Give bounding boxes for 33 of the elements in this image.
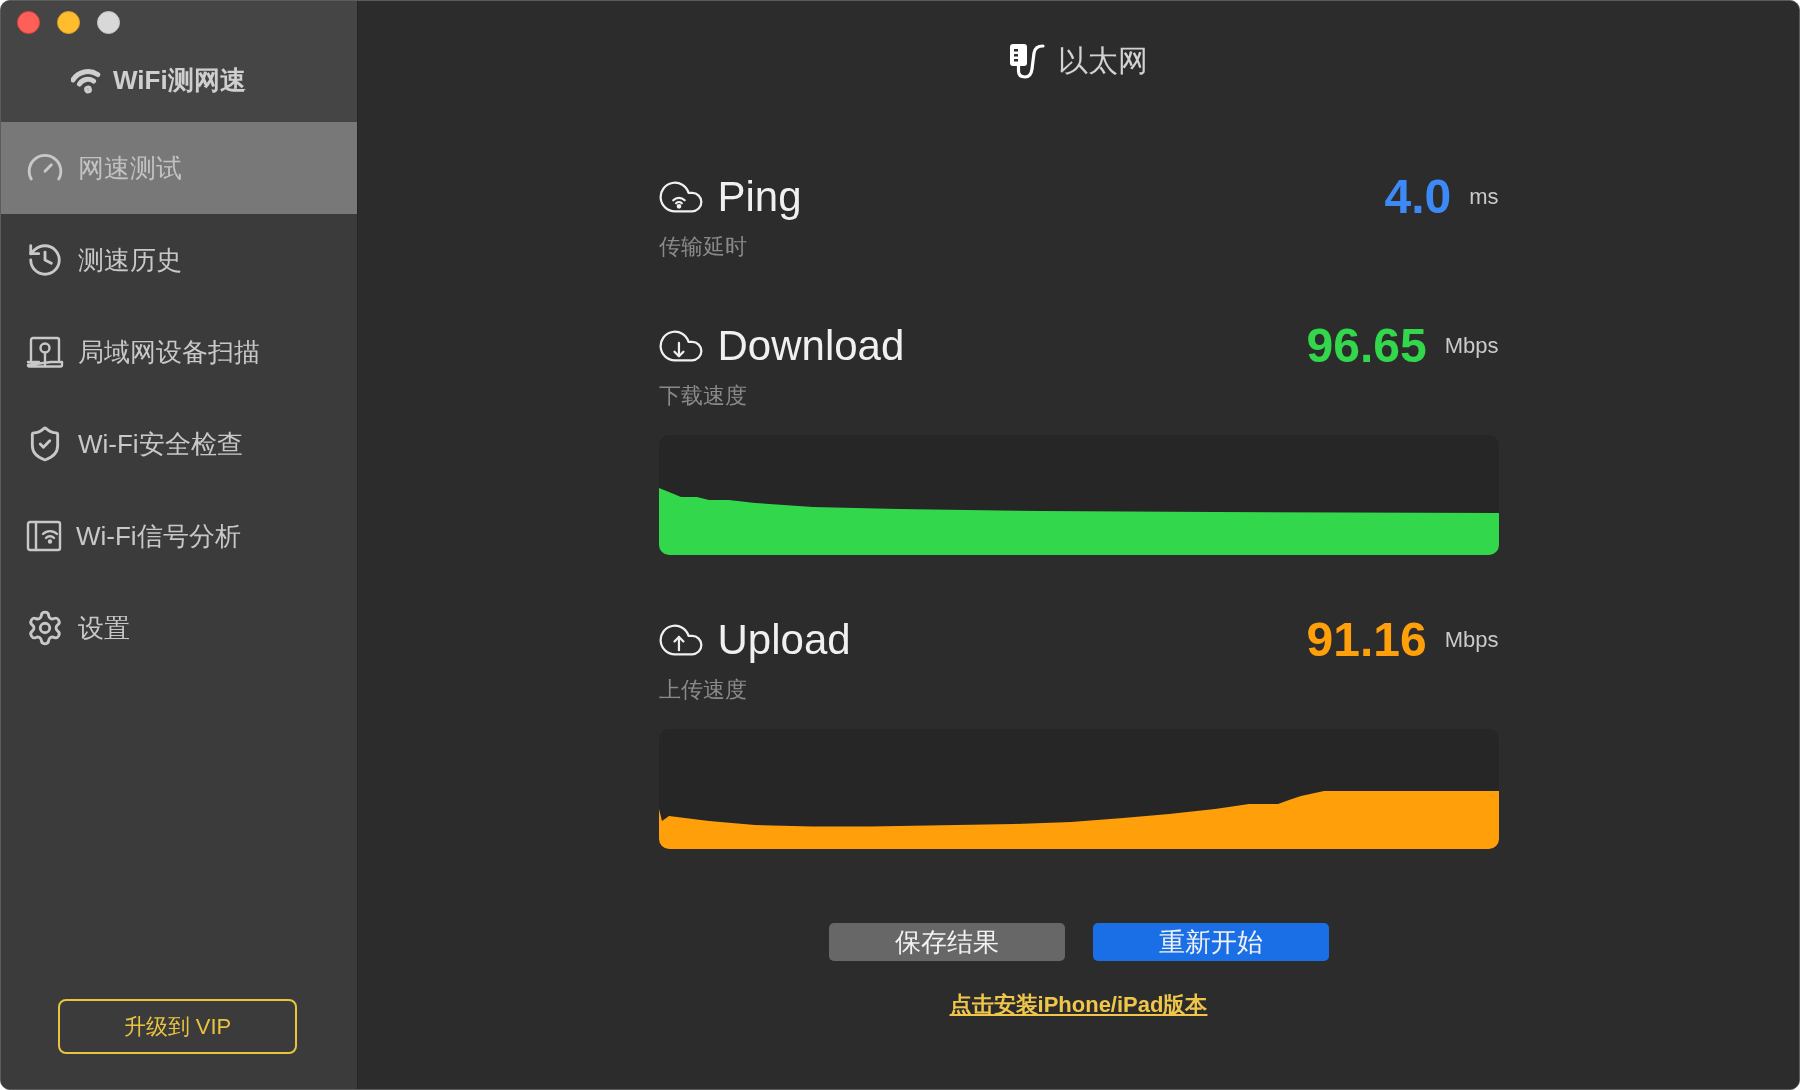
metric-value: 96.65 bbox=[1306, 321, 1427, 371]
gear-icon bbox=[26, 609, 64, 647]
metric-unit: Mbps bbox=[1444, 333, 1499, 359]
sidebar-item[interactable]: Wi-Fi信号分析 bbox=[1, 490, 357, 582]
upgrade-vip-button[interactable]: 升级到 VIP bbox=[58, 999, 297, 1054]
laptop-pin-icon bbox=[26, 336, 64, 368]
connection-type-title: 以太网 bbox=[1058, 42, 1148, 79]
metric-value: 4.0 bbox=[1384, 172, 1452, 222]
sidebar-item[interactable]: 测速历史 bbox=[1, 214, 357, 306]
restart-button[interactable]: 重新开始 bbox=[1092, 923, 1329, 961]
ethernet-plug-icon bbox=[1009, 43, 1046, 79]
history-icon bbox=[26, 241, 64, 279]
metric-title: Upload bbox=[717, 615, 851, 665]
cloud-upload-icon bbox=[658, 624, 703, 656]
close-window-button[interactable] bbox=[17, 11, 40, 34]
sidebar-item[interactable]: 局域网设备扫描 bbox=[1, 306, 357, 398]
cloud-download-icon bbox=[658, 330, 703, 362]
sidebar-item[interactable]: 设置 bbox=[1, 582, 357, 674]
sidebar-item[interactable]: Wi-Fi安全检查 bbox=[1, 398, 357, 490]
metric-subtitle: 传输延时 bbox=[658, 233, 747, 261]
cloud-wifi-icon bbox=[658, 181, 703, 213]
metric-unit: Mbps bbox=[1444, 627, 1499, 653]
wifi-panel-icon bbox=[26, 520, 62, 552]
metric-value: 91.16 bbox=[1306, 615, 1427, 665]
metric-title: Download bbox=[717, 321, 905, 371]
save-results-button[interactable]: 保存结果 bbox=[828, 923, 1065, 961]
app-title: WiFi测网速 bbox=[113, 64, 246, 97]
install-app-link[interactable]: 点击安装iPhone/iPad版本 bbox=[949, 991, 1208, 1019]
metric-title: Ping bbox=[717, 172, 802, 222]
metric-subtitle: 上传速度 bbox=[658, 676, 747, 704]
metric-unit: ms bbox=[1469, 184, 1499, 210]
minimize-window-button[interactable] bbox=[57, 11, 80, 34]
metric-subtitle: 下载速度 bbox=[658, 382, 747, 410]
